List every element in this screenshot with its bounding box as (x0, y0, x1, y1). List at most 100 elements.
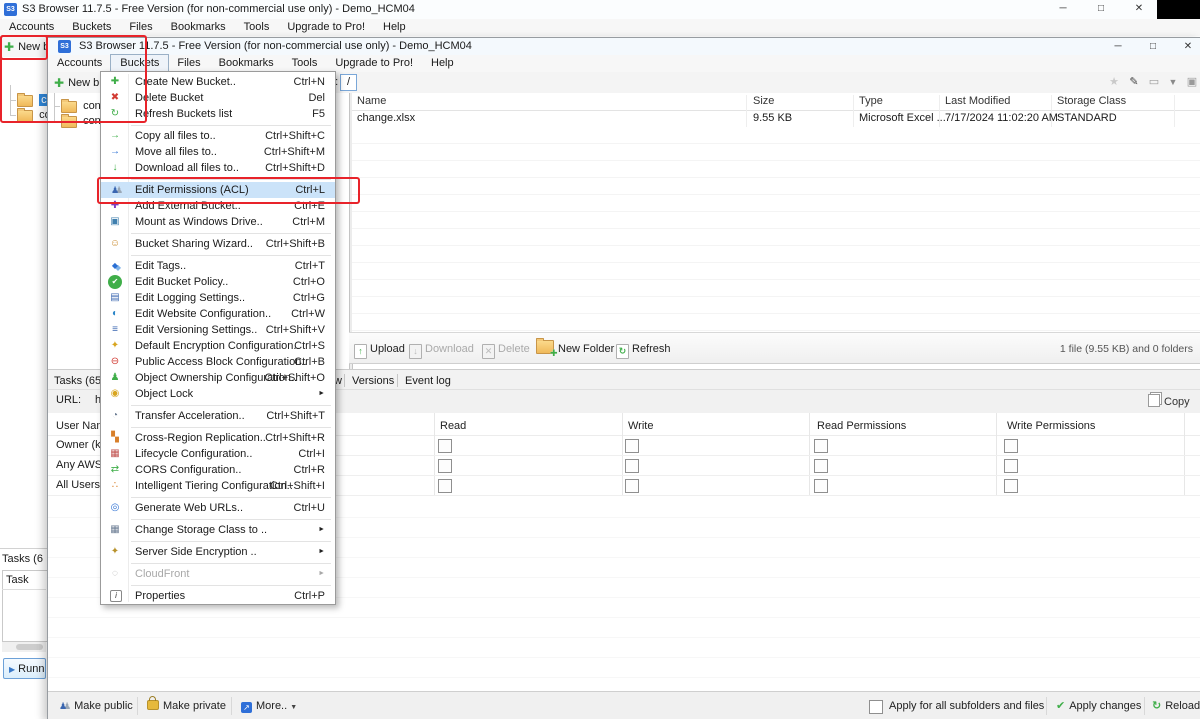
menu-item-lifecycle-configuration[interactable]: ▦Lifecycle Configuration..Ctrl+I (101, 446, 335, 462)
inner-menu-bookmarks[interactable]: Bookmarks (210, 55, 283, 72)
outer-minimize-button[interactable]: ─ (1048, 0, 1078, 18)
menu-item-public-access-block-configuration[interactable]: ⊖Public Access Block Configuration..Ctrl… (101, 354, 335, 370)
delete-button[interactable]: ✕Delete (482, 339, 530, 359)
inner-menu-upgrade-to-pro[interactable]: Upgrade to Pro! (326, 55, 422, 72)
bucket-tree-item[interactable]: co (17, 108, 51, 123)
column-header-storage-class[interactable]: Storage Class (1057, 93, 1126, 110)
menu-item-edit-logging-settings[interactable]: ▤Edit Logging Settings..Ctrl+G (101, 290, 335, 306)
menu-item-edit-versioning-settings[interactable]: ≡Edit Versioning Settings..Ctrl+Shift+V (101, 322, 335, 338)
apply-all-checkbox-label[interactable]: Apply for all subfolders and files (889, 697, 1044, 715)
inner-minimize-button[interactable]: ─ (1103, 38, 1133, 56)
column-header-size[interactable]: Size (753, 93, 774, 110)
menu-item-object-ownership-configuration[interactable]: ♟Object Ownership Configuration..Ctrl+Sh… (101, 370, 335, 386)
menu-item-download-all-files-to[interactable]: ↓Download all files to..Ctrl+Shift+D (101, 160, 335, 176)
write-checkbox[interactable] (625, 439, 639, 453)
menu-item-copy-all-files-to[interactable]: →Copy all files to..Ctrl+Shift+C (101, 128, 335, 144)
menu-item-transfer-acceleration[interactable]: ◔Transfer Acceleration..Ctrl+Shift+T (101, 408, 335, 424)
refresh-button[interactable]: ↻Refresh (616, 339, 671, 359)
inner-menu-accounts[interactable]: Accounts (48, 55, 111, 72)
menu-item-create-new-bucket[interactable]: ✚Create New Bucket..Ctrl+N (101, 74, 335, 90)
perm-column-write[interactable]: Write (628, 419, 653, 434)
apply-changes-button[interactable]: ✔Apply changes (1056, 697, 1141, 715)
more-button[interactable]: ↗More..▼ (241, 697, 297, 715)
tab-versions[interactable]: Versions (346, 372, 400, 390)
inner-menu-buckets[interactable]: Buckets (111, 55, 168, 72)
inner-maximize-button[interactable]: □ (1138, 38, 1168, 56)
menu-item-add-external-bucket[interactable]: ✚Add External Bucket..Ctrl+E (101, 198, 335, 214)
read-checkbox[interactable] (438, 479, 452, 493)
tab-event-log[interactable]: Event log (399, 372, 457, 390)
folders-pane-icon[interactable]: ▣ (1184, 74, 1200, 90)
column-header-type[interactable]: Type (859, 93, 883, 110)
menu-item-refresh-buckets-list[interactable]: ↻Refresh Buckets listF5 (101, 106, 335, 122)
write-permissions-checkbox[interactable] (1004, 439, 1018, 453)
copy-url-button[interactable]: Copy (1148, 394, 1190, 410)
menu-item-cors-configuration[interactable]: ⇄CORS Configuration..Ctrl+R (101, 462, 335, 478)
make-public-button[interactable]: ♟Make public (59, 697, 133, 715)
inner-menu-help[interactable]: Help (422, 55, 463, 72)
inner-menu-files[interactable]: Files (168, 55, 209, 72)
make-private-button[interactable]: Make private (147, 697, 226, 715)
outer-menu-buckets[interactable]: Buckets (63, 19, 120, 36)
menu-item-properties[interactable]: iPropertiesCtrl+P (101, 588, 335, 604)
apply-all-checkbox[interactable] (869, 700, 883, 714)
download-button[interactable]: ↓Download (409, 339, 474, 359)
menu-item-default-encryption-configuration[interactable]: ✦Default Encryption Configuration..Ctrl+… (101, 338, 335, 354)
inner-menu-tools[interactable]: Tools (283, 55, 327, 72)
reload-button[interactable]: ↻Reload (1152, 697, 1200, 715)
menu-item-cross-region-replication[interactable]: ▚Cross-Region Replication..Ctrl+Shift+R (101, 430, 335, 446)
outer-run-button[interactable]: ▶Runn (3, 658, 46, 679)
read-permissions-checkbox[interactable] (814, 479, 828, 493)
menu-item-edit-bucket-policy[interactable]: ✔Edit Bucket Policy..Ctrl+O (101, 274, 335, 290)
perm-column-read-permissions[interactable]: Read Permissions (817, 419, 906, 434)
outer-menu-files[interactable]: Files (120, 19, 161, 36)
outer-scrollbar-thumb[interactable] (16, 644, 43, 650)
outer-tasks-tab[interactable]: Tasks (6 (2, 551, 43, 568)
menu-item-move-all-files-to[interactable]: →Move all files to..Ctrl+Shift+M (101, 144, 335, 160)
outer-close-button[interactable]: ✕ (1124, 0, 1154, 18)
write-checkbox[interactable] (625, 479, 639, 493)
column-header-last-modified[interactable]: Last Modified (945, 93, 1010, 110)
column-header-name[interactable]: Name (357, 93, 386, 110)
menu-item-intelligent-tiering-configuration[interactable]: ∴Intelligent Tiering Configuration..Ctrl… (101, 478, 335, 494)
read-checkbox[interactable] (438, 439, 452, 453)
read-permissions-checkbox[interactable] (814, 459, 828, 473)
filter-funnel-icon[interactable]: ▼ (1165, 74, 1181, 90)
menu-item-object-lock[interactable]: ◉Object Lock► (101, 386, 335, 402)
path-input[interactable]: / (340, 74, 357, 91)
file-row[interactable]: change.xlsx 9.55 KB Microsoft Excel ... … (352, 110, 1200, 127)
bucket-tree-item[interactable]: conf (61, 99, 104, 114)
write-checkbox[interactable] (625, 459, 639, 473)
outer-menu-help[interactable]: Help (374, 19, 415, 36)
menu-item-edit-tags[interactable]: ◆Edit Tags..Ctrl+T (101, 258, 335, 274)
perm-column-write-permissions[interactable]: Write Permissions (1007, 419, 1095, 434)
upload-button[interactable]: ↑Upload▼ (354, 339, 415, 359)
menu-item-edit-website-configuration[interactable]: ◐Edit Website Configuration..Ctrl+W (101, 306, 335, 322)
menu-item-server-side-encryption[interactable]: ✦Server Side Encryption ..► (101, 544, 335, 560)
menu-item-cloudfront[interactable]: ◌CloudFront► (101, 566, 335, 582)
perm-column-read[interactable]: Read (440, 419, 466, 434)
new-folder-button[interactable]: ✚New Folder (536, 339, 614, 359)
favorites-star-icon[interactable]: ★ (1106, 74, 1122, 90)
menu-item-change-storage-class-to[interactable]: ▦Change Storage Class to ..► (101, 522, 335, 538)
menu-item-bucket-sharing-wizard[interactable]: ☺Bucket Sharing Wizard..Ctrl+Shift+B (101, 236, 335, 252)
outer-menu-bookmarks[interactable]: Bookmarks (162, 19, 235, 36)
outer-menu-accounts[interactable]: Accounts (0, 19, 63, 36)
menu-item-generate-web-urls[interactable]: ◎Generate Web URLs..Ctrl+U (101, 500, 335, 516)
menu-item-delete-bucket[interactable]: ✖Delete BucketDel (101, 90, 335, 106)
menu-item-edit-permissions-acl[interactable]: ♟Edit Permissions (ACL)Ctrl+L (101, 182, 335, 198)
outer-menu-upgrade-to-pro[interactable]: Upgrade to Pro! (278, 19, 374, 36)
outer-maximize-button[interactable]: □ (1086, 0, 1116, 18)
read-permissions-checkbox[interactable] (814, 439, 828, 453)
edit-pencil-icon[interactable]: ✎ (1126, 74, 1142, 90)
write-permissions-checkbox[interactable] (1004, 479, 1018, 493)
inner-close-button[interactable]: ✕ (1173, 38, 1200, 56)
bucket-tree-item[interactable]: conf (61, 114, 104, 129)
write-permissions-checkbox[interactable] (1004, 459, 1018, 473)
preview-pane-icon[interactable]: ▭ (1146, 74, 1162, 90)
outer-new-bucket-button[interactable]: ✚ New bu (0, 36, 47, 57)
menu-item-mount-as-windows-drive[interactable]: ▣Mount as Windows Drive..Ctrl+M (101, 214, 335, 230)
read-checkbox[interactable] (438, 459, 452, 473)
tab-tasks[interactable]: Tasks (65 (48, 372, 107, 390)
outer-menu-tools[interactable]: Tools (235, 19, 279, 36)
